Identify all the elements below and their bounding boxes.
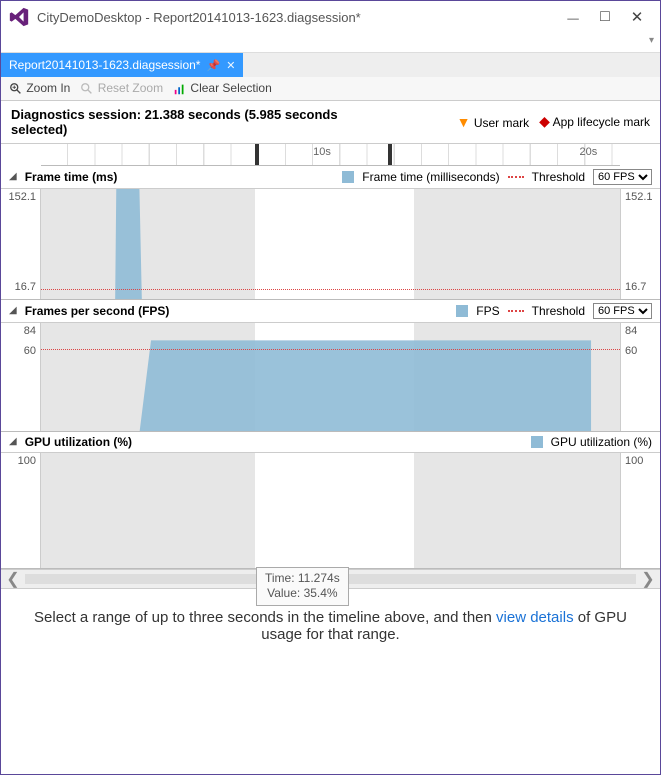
- gpu-plot[interactable]: [41, 453, 620, 568]
- gpu-title: GPU utilization (%): [25, 435, 523, 449]
- y-label: 60: [625, 345, 660, 357]
- fps-series-label: FPS: [476, 304, 499, 318]
- y-label: 60: [1, 345, 36, 357]
- frame-time-threshold-select[interactable]: 60 FPS: [593, 169, 652, 185]
- y-label: 84: [1, 325, 36, 337]
- frame-time-header: ◢ Frame time (ms) Frame time (millisecon…: [1, 166, 660, 189]
- clear-selection-button[interactable]: Clear Selection: [173, 81, 272, 96]
- tab-close-icon[interactable]: ✕: [226, 59, 235, 72]
- window-controls: _ □ ✕: [564, 8, 654, 26]
- session-header: Diagnostics session: 21.388 seconds (5.9…: [1, 101, 660, 144]
- scroll-right-icon[interactable]: ❯: [636, 569, 660, 589]
- threshold-line: [41, 349, 620, 350]
- threshold-label: Threshold: [532, 304, 585, 318]
- title-bar: CityDemoDesktop - Report20141013-1623.di…: [1, 1, 660, 33]
- threshold-label: Threshold: [532, 170, 585, 184]
- toolbar-overflow-icon[interactable]: ▾: [649, 35, 654, 46]
- ruler-major-tick: [388, 144, 392, 165]
- y-label: 16.7: [1, 281, 36, 293]
- timeline-ruler[interactable]: 10s 20s: [41, 144, 620, 166]
- ruler-tick-label: 20s: [579, 146, 597, 158]
- gpu-header: ◢ GPU utilization (%) GPU utilization (%…: [1, 432, 660, 453]
- tab-label: Report20141013-1623.diagsession*: [9, 58, 200, 72]
- y-axis-left: 84 60: [1, 323, 41, 431]
- reset-zoom-icon: [80, 82, 94, 96]
- footer-text: Select a range of up to three seconds in…: [34, 609, 496, 626]
- ruler-tick-label: 10s: [313, 146, 331, 158]
- y-axis-left: 152.1 16.7: [1, 189, 41, 299]
- y-axis-right: 152.1 16.7: [620, 189, 660, 299]
- y-label: 152.1: [1, 191, 36, 203]
- app-mark-legend: ◆ App lifecycle mark: [539, 113, 650, 130]
- app-logo-icon: [7, 5, 31, 29]
- window-title: CityDemoDesktop - Report20141013-1623.di…: [37, 10, 564, 25]
- fps-header: ◢ Frames per second (FPS) FPS Threshold …: [1, 300, 660, 323]
- y-label: 152.1: [625, 191, 660, 203]
- y-axis-right: 84 60: [620, 323, 660, 431]
- tab-strip: Report20141013-1623.diagsession* 📌 ✕: [1, 53, 660, 77]
- session-summary: Diagnostics session: 21.388 seconds (5.9…: [11, 107, 341, 137]
- frame-time-plot[interactable]: [41, 189, 620, 299]
- pin-icon[interactable]: 📌: [206, 59, 220, 72]
- fps-plot[interactable]: [41, 323, 620, 431]
- reset-zoom-button: Reset Zoom: [80, 81, 163, 96]
- close-button[interactable]: ✕: [628, 8, 646, 26]
- y-axis-left: 100: [1, 453, 41, 568]
- zoom-in-button[interactable]: Zoom In: [9, 81, 70, 96]
- gpu-swatch-icon: [531, 436, 543, 448]
- diagnostics-toolbar: Zoom In Reset Zoom Clear Selection: [1, 77, 660, 101]
- collapse-icon[interactable]: ◢: [9, 171, 17, 182]
- threshold-line: [41, 289, 620, 290]
- collapse-icon[interactable]: ◢: [9, 305, 17, 316]
- fps-threshold-select[interactable]: 60 FPS: [593, 303, 652, 319]
- threshold-swatch-icon: [508, 310, 524, 312]
- tooltip-time: Time: 11.274s: [265, 571, 340, 587]
- y-label: 100: [1, 455, 36, 467]
- y-label: 100: [625, 455, 660, 467]
- clear-selection-icon: [173, 82, 187, 96]
- collapse-icon[interactable]: ◢: [9, 436, 17, 447]
- gpu-chart[interactable]: 100 100: [1, 453, 660, 568]
- frame-time-swatch-icon: [342, 171, 354, 183]
- gpu-section: ◢ GPU utilization (%) GPU utilization (%…: [1, 432, 660, 569]
- ruler-major-tick: [255, 144, 259, 165]
- scroll-left-icon[interactable]: ❮: [1, 569, 25, 589]
- fps-title: Frames per second (FPS): [25, 304, 449, 318]
- view-details-link[interactable]: view details: [496, 609, 574, 626]
- tooltip-value: Value: 35.4%: [265, 586, 340, 602]
- user-mark-legend: ▼ User mark: [457, 114, 530, 130]
- document-tab[interactable]: Report20141013-1623.diagsession* 📌 ✕: [1, 53, 243, 77]
- session-legend: ▼ User mark ◆ App lifecycle mark: [457, 113, 650, 130]
- frame-time-series-label: Frame time (milliseconds): [362, 170, 499, 184]
- frame-time-chart[interactable]: 152.1 16.7 152.1 16.7: [1, 189, 660, 299]
- fps-swatch-icon: [456, 305, 468, 317]
- threshold-swatch-icon: [508, 176, 524, 178]
- frame-time-title: Frame time (ms): [25, 170, 335, 184]
- horizontal-scrollbar[interactable]: ❮ ❯ Time: 11.274s Value: 35.4%: [1, 569, 660, 589]
- y-label: 84: [625, 325, 660, 337]
- minimize-button[interactable]: _: [564, 2, 582, 20]
- maximize-button[interactable]: □: [596, 8, 614, 26]
- frame-time-section: ◢ Frame time (ms) Frame time (millisecon…: [1, 166, 660, 300]
- y-axis-right: 100: [620, 453, 660, 568]
- app-mark-icon: ◆: [539, 113, 550, 129]
- fps-chart[interactable]: 84 60 84 60: [1, 323, 660, 431]
- zoom-in-icon: [9, 82, 23, 96]
- hover-tooltip: Time: 11.274s Value: 35.4%: [256, 567, 349, 606]
- y-label: 16.7: [625, 281, 660, 293]
- menu-bar: ▾: [1, 33, 660, 53]
- fps-section: ◢ Frames per second (FPS) FPS Threshold …: [1, 300, 660, 432]
- gpu-series-label: GPU utilization (%): [551, 435, 652, 449]
- user-mark-icon: ▼: [457, 114, 471, 130]
